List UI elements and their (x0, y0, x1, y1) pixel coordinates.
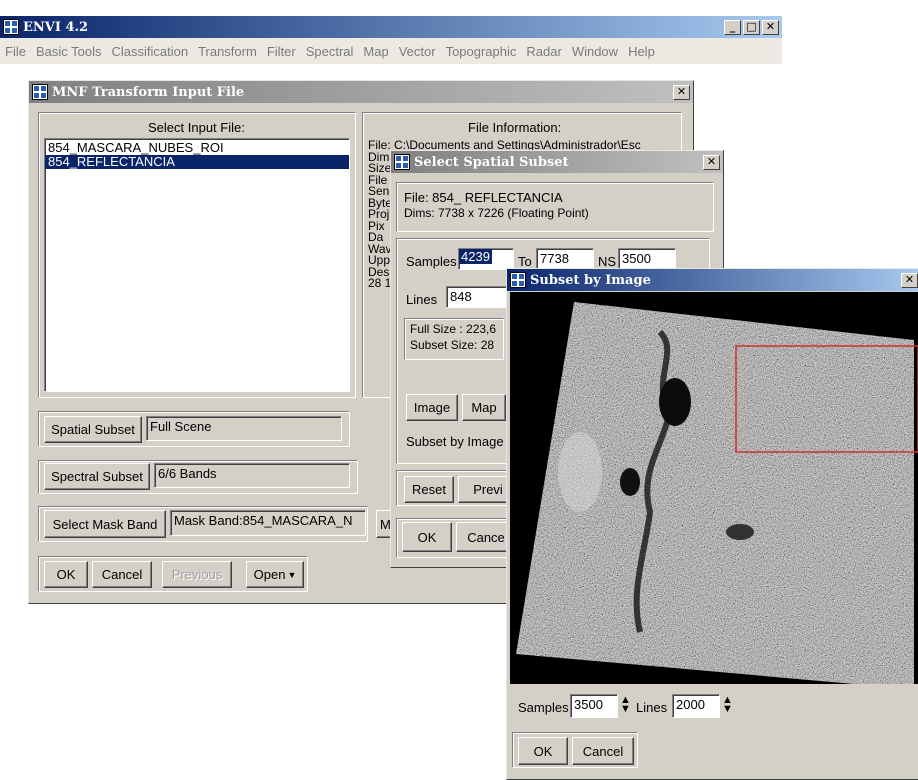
image-samples-label: Samples (518, 700, 569, 715)
ns-label: NS (598, 254, 617, 269)
lines-label: Lines (406, 292, 438, 307)
select-mask-band-button[interactable]: Select Mask Band (44, 510, 166, 538)
image-ok-button[interactable]: OK (518, 737, 568, 765)
input-file-list[interactable]: 854_MASCARA_NUBES_ROI 854_REFLECTANCIA (44, 138, 350, 392)
select-input-label: Select Input File: (148, 120, 245, 135)
spatial-subset-button[interactable]: Spatial Subset (44, 416, 142, 443)
file-list-item[interactable]: 854_REFLECTANCIA (45, 155, 349, 169)
subset-by-label: Subset by Image (406, 434, 504, 449)
envi-menubar: File Basic Tools Classification Transform Fi… (0, 40, 780, 62)
mnf-title: MNF Transform Input File (52, 84, 245, 100)
mnf-close-button[interactable]: ✕ (673, 84, 690, 100)
file-info-label: File Information: (468, 120, 562, 135)
spectral-subset-field: 6/6 Bands (154, 463, 350, 488)
menu-window[interactable]: Window (567, 44, 623, 59)
menu-classification[interactable]: Classification (106, 44, 193, 59)
image-samples-field[interactable]: 3500 (570, 694, 618, 718)
to-label: To (518, 254, 532, 269)
spatial-ok-button[interactable]: OK (402, 522, 452, 552)
cancel-button[interactable]: Cancel (92, 561, 152, 588)
subset-map-button[interactable]: Map (462, 394, 506, 421)
spatial-dialog-icon (394, 154, 410, 170)
previous-button[interactable]: Previous (162, 561, 232, 588)
menu-vector[interactable]: Vector (394, 44, 441, 59)
mnf-titlebar[interactable]: MNF Transform Input File ✕ (29, 81, 693, 103)
image-lines-label: Lines (636, 700, 668, 715)
ok-button[interactable]: OK (44, 561, 88, 588)
samples-start-field[interactable]: 4239 (458, 248, 514, 270)
subset-image-icon (510, 272, 526, 288)
satellite-image-view[interactable] (510, 292, 918, 684)
reset-button[interactable]: Reset (404, 476, 454, 503)
menu-spectral[interactable]: Spectral (301, 44, 359, 59)
mnf-dialog-icon (32, 84, 48, 100)
maximize-button[interactable]: □ (743, 19, 760, 35)
mask-band-field: Mask Band:854_MASCARA_N (170, 510, 366, 536)
samples-spinner-icon[interactable]: ▲ ▼ (620, 695, 631, 715)
envi-app-icon (3, 19, 19, 35)
spectral-subset-button[interactable]: Spectral Subset (44, 463, 150, 490)
subset-image-button[interactable]: Image (406, 394, 458, 421)
open-button[interactable]: Open ▼ (246, 561, 304, 588)
menu-topographic[interactable]: Topographic (441, 44, 522, 59)
close-button[interactable]: ✕ (762, 19, 779, 35)
image-cancel-button[interactable]: Cancel (572, 737, 634, 765)
open-button-label: Open (253, 567, 286, 582)
menu-radar[interactable]: Radar (521, 44, 566, 59)
subset-image-close-button[interactable]: ✕ (901, 272, 918, 288)
samples-label: Samples (406, 254, 457, 269)
lines-spinner-icon[interactable]: ▲ ▼ (722, 695, 733, 715)
file-list-item[interactable]: 854_MASCARA_NUBES_ROI (45, 141, 349, 155)
envi-titlebar[interactable]: ENVI 4.2 _ □ ✕ (0, 16, 782, 38)
samples-to-field[interactable]: 7738 (536, 248, 594, 270)
minimize-button[interactable]: _ (724, 19, 741, 35)
spatial-subset-field: Full Scene (146, 416, 342, 441)
menu-file[interactable]: File (0, 44, 31, 59)
spatial-file-dims: Dims: 7738 x 7226 (Floating Point) (404, 206, 589, 220)
ns-field[interactable]: 3500 (618, 248, 676, 270)
menu-help[interactable]: Help (623, 44, 660, 59)
menu-filter[interactable]: Filter (262, 44, 301, 59)
subset-image-titlebar[interactable]: Subset by Image ✕ (507, 269, 918, 291)
subset-image-title: Subset by Image (530, 272, 651, 288)
envi-title: ENVI 4.2 (23, 19, 89, 35)
menu-basic-tools[interactable]: Basic Tools (31, 44, 107, 59)
dropdown-arrow-icon: ▼ (287, 569, 297, 580)
menu-transform[interactable]: Transform (193, 44, 262, 59)
spatial-titlebar[interactable]: Select Spatial Subset ✕ (391, 151, 723, 173)
spatial-title: Select Spatial Subset (414, 154, 569, 170)
subset-size-text: Subset Size: 28 (410, 338, 495, 352)
spatial-file-name: File: 854_ REFLECTANCIA (404, 190, 563, 205)
full-size-text: Full Size : 223,6 (410, 322, 497, 336)
satellite-scene (516, 302, 918, 684)
lines-start-field[interactable]: 848 (446, 286, 510, 308)
menu-map[interactable]: Map (358, 44, 393, 59)
spatial-close-button[interactable]: ✕ (703, 154, 720, 170)
image-lines-field[interactable]: 2000 (672, 694, 720, 718)
